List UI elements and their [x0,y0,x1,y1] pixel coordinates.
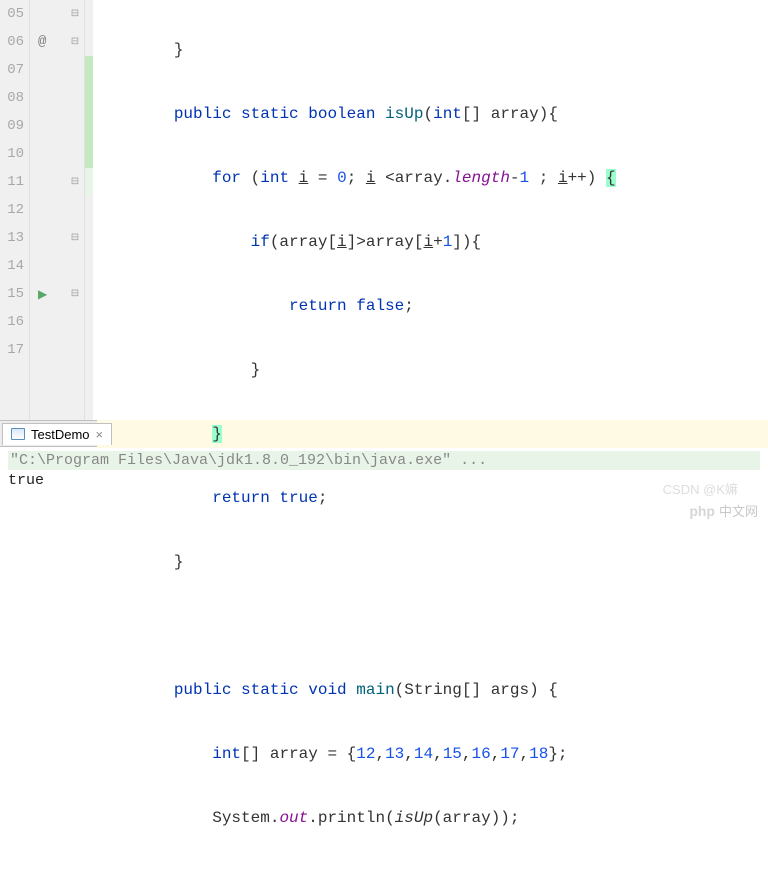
code-line: int[] array = {12,13,14,15,16,17,18}; [97,740,768,768]
code-line: public static boolean isUp(int[] array){ [97,100,768,128]
run-config-icon [11,428,25,440]
csdn-watermark: CSDN @K嫲 [663,479,738,498]
code-line: } [97,548,768,576]
code-line: } [97,36,768,64]
code-line: for (int i = 0; i <array.length-1 ; i++)… [97,164,768,192]
line-number: 16 [0,308,24,336]
code-line: System.out.println(isUp(array)); [97,804,768,832]
fold-icon[interactable]: ⊟ [69,36,81,48]
run-tab-label: TestDemo [31,427,90,442]
code-editor[interactable]: 05 06 07 08 09 10 11 12 13 14 15 16 17 ⊟… [0,0,768,420]
code-line [97,612,768,640]
line-number: 08 [0,84,24,112]
line-number: 17 [0,336,24,364]
override-marker-icon[interactable]: @ [38,34,46,50]
run-gutter-icon[interactable]: ▶ [38,287,47,302]
fold-icon[interactable]: ⊟ [69,176,81,188]
code-line: return false; [97,292,768,320]
vcs-change-bar [85,0,93,420]
line-number: 12 [0,196,24,224]
line-number: 05 [0,0,24,28]
code-line: if(array[i]>array[i+1]){ [97,228,768,256]
fold-icon[interactable]: ⊟ [69,232,81,244]
line-number-gutter: 05 06 07 08 09 10 11 12 13 14 15 16 17 [0,0,30,420]
code-area[interactable]: } public static boolean isUp(int[] array… [93,0,768,420]
line-number: 14 [0,252,24,280]
php-watermark: php 中文网 [689,501,758,520]
line-number: 09 [0,112,24,140]
code-line: public static void main(String[] args) { [97,676,768,704]
line-number: 10 [0,140,24,168]
line-number: 07 [0,56,24,84]
code-line: } [97,356,768,384]
fold-icon[interactable]: ⊟ [69,8,81,20]
line-number: 15 [0,280,24,308]
line-number: 11 [0,168,24,196]
gutter-markers: ⊟ @ ⊟ ⊟ ⊟ ▶ ⊟ [30,0,85,420]
close-tab-icon[interactable]: × [96,427,104,442]
code-line-current: } [97,420,768,448]
fold-icon[interactable]: ⊟ [69,288,81,300]
line-number: 13 [0,224,24,252]
line-number: 06 [0,28,24,56]
run-tab[interactable]: TestDemo × [2,423,112,445]
